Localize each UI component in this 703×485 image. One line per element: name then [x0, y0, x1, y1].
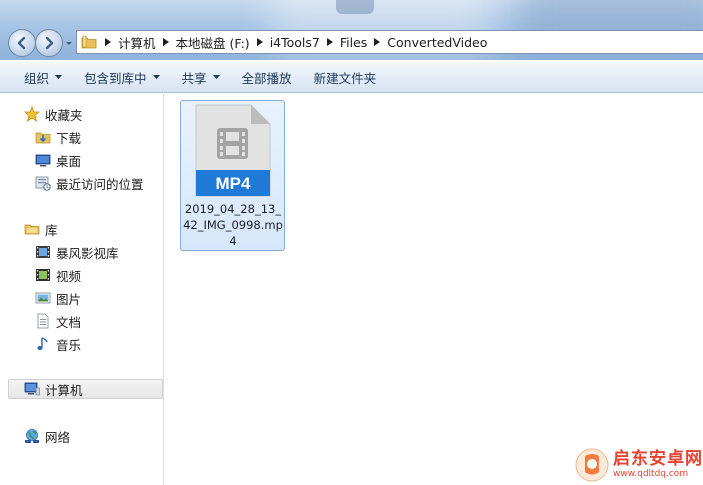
- sidebar-item-label: 文档: [56, 314, 82, 330]
- network-icon: [24, 428, 40, 444]
- breadcrumb-separator[interactable]: [101, 30, 115, 54]
- sidebar-item-label: 库: [45, 222, 58, 238]
- folder-icon: [81, 35, 97, 49]
- organize-label: 组织: [24, 70, 50, 86]
- command-toolbar: 组织 包含到库中 共享 全部播放 新建文件夹: [0, 61, 703, 93]
- sidebar-item-documents[interactable]: 文档: [35, 311, 81, 331]
- breadcrumb-files[interactable]: Files: [337, 35, 370, 50]
- breadcrumb-converted-video[interactable]: ConvertedVideo: [384, 35, 490, 50]
- sidebar-item-label: 音乐: [56, 337, 82, 353]
- sidebar-item-label: 桌面: [56, 153, 82, 169]
- computer-icon: [24, 381, 40, 397]
- watermark-brand: 启东安卓网: [613, 449, 703, 469]
- library-folder-icon: [24, 221, 40, 237]
- sidebar-item-label: 图片: [56, 291, 82, 307]
- chevron-down-icon: [55, 75, 63, 79]
- share-label: 共享: [181, 70, 207, 86]
- file-item[interactable]: MP4 2019_04_28_13_42_IMG_0998.mp4: [180, 100, 285, 251]
- navigation-pane: 收藏夹 下载 桌面 最近访问的位置 库 暴风影视库 视频 图片 文档 音乐 计算…: [0, 94, 164, 485]
- sidebar-item-label: 网络: [45, 429, 71, 445]
- desktop-icon: [35, 152, 51, 168]
- share-menu-button[interactable]: 共享: [173, 64, 229, 90]
- videos-icon: [35, 267, 51, 283]
- sidebar-item-label: 视频: [56, 268, 82, 284]
- include-in-library-menu-button[interactable]: 包含到库中: [75, 64, 169, 90]
- new-folder-label: 新建文件夹: [313, 70, 377, 86]
- music-icon: [35, 336, 51, 352]
- breadcrumb-separator[interactable]: [253, 30, 267, 54]
- breadcrumb-separator[interactable]: [370, 30, 384, 54]
- sidebar-item-favorites[interactable]: 收藏夹: [24, 104, 83, 124]
- play-all-button[interactable]: 全部播放: [233, 64, 301, 90]
- breadcrumb-separator[interactable]: [159, 30, 173, 54]
- video-library-icon: [35, 244, 51, 260]
- window-titlebar: 计算机 本地磁盘 (F:) i4Tools7 Files ConvertedVi…: [0, 0, 703, 60]
- arrow-right-icon: [45, 36, 54, 50]
- chevron-down-icon: [212, 75, 220, 79]
- background-window-ghost: [336, 0, 374, 14]
- sidebar-item-downloads[interactable]: 下载: [35, 127, 81, 147]
- sidebar-item-recent-places[interactable]: 最近访问的位置: [35, 173, 144, 193]
- address-bar[interactable]: 计算机 本地磁盘 (F:) i4Tools7 Files ConvertedVi…: [76, 30, 703, 54]
- sidebar-item-videos[interactable]: 视频: [35, 265, 81, 285]
- organize-menu-button[interactable]: 组织: [15, 64, 71, 90]
- sidebar-item-libraries[interactable]: 库: [24, 219, 58, 239]
- sidebar-item-desktop[interactable]: 桌面: [35, 150, 81, 170]
- sidebar-item-label: 下载: [56, 130, 82, 146]
- recent-places-icon: [35, 175, 51, 191]
- download-folder-icon: [35, 129, 51, 145]
- watermark-logo-icon: [575, 448, 609, 482]
- breadcrumb-i4tools7[interactable]: i4Tools7: [267, 35, 323, 50]
- site-watermark: 启东安卓网 www.qdltdq.com: [574, 445, 703, 485]
- sidebar-item-network[interactable]: 网络: [24, 426, 70, 446]
- file-type-badge: MP4: [216, 174, 252, 193]
- documents-icon: [35, 313, 51, 329]
- pictures-icon: [35, 290, 51, 306]
- chevron-down-icon: [152, 75, 160, 79]
- sidebar-item-computer[interactable]: 计算机: [8, 379, 163, 399]
- back-button[interactable]: [8, 29, 36, 57]
- sidebar-item-pictures[interactable]: 图片: [35, 288, 81, 308]
- breadcrumb-separator[interactable]: [323, 30, 337, 54]
- mp4-file-icon: MP4: [195, 104, 271, 197]
- watermark-url: www.qdltdq.com: [613, 469, 689, 479]
- file-list-pane: MP4 2019_04_28_13_42_IMG_0998.mp4: [165, 94, 703, 485]
- sidebar-item-label: 最近访问的位置: [56, 176, 144, 192]
- sidebar-item-label: 暴风影视库: [56, 245, 119, 261]
- forward-button[interactable]: [35, 29, 63, 57]
- sidebar-item-video-library[interactable]: 暴风影视库: [35, 242, 119, 262]
- include-in-library-label: 包含到库中: [84, 70, 147, 86]
- file-name: 2019_04_28_13_42_IMG_0998.mp4: [183, 202, 283, 248]
- sidebar-item-label: 计算机: [45, 382, 83, 398]
- sidebar-item-label: 收藏夹: [45, 107, 83, 123]
- recent-pages-dropdown-icon[interactable]: [64, 38, 74, 48]
- new-folder-button[interactable]: 新建文件夹: [305, 64, 386, 90]
- play-all-label: 全部播放: [241, 70, 292, 86]
- star-icon: [24, 106, 40, 122]
- breadcrumb-computer[interactable]: 计算机: [115, 33, 159, 52]
- breadcrumb-local-disk[interactable]: 本地磁盘 (F:): [173, 33, 253, 52]
- sidebar-item-music[interactable]: 音乐: [35, 334, 81, 354]
- arrow-left-icon: [17, 36, 26, 50]
